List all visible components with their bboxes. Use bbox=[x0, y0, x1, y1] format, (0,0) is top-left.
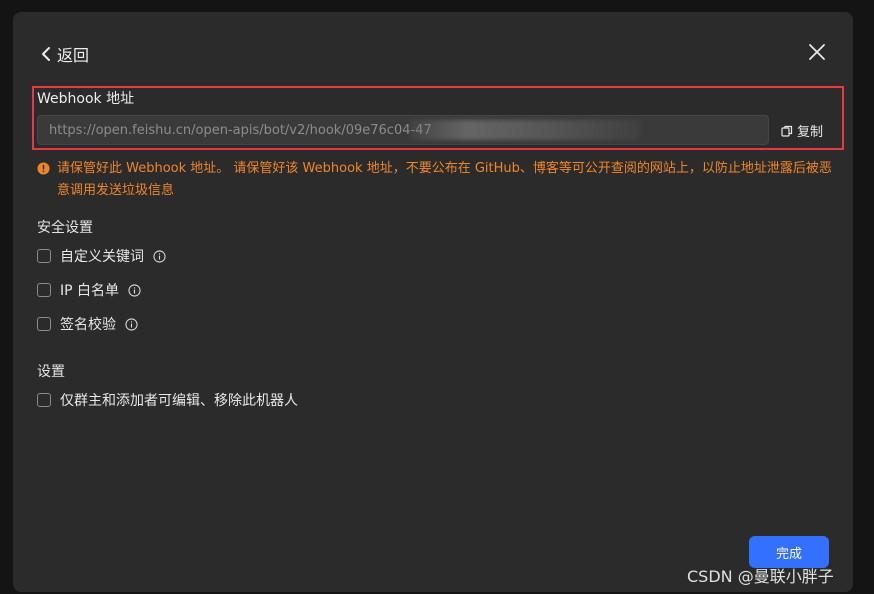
signature-verification-checkbox[interactable] bbox=[37, 317, 51, 331]
chevron-left-icon bbox=[42, 47, 50, 61]
warning-text: 请保管好此 Webhook 地址。 请保管好该 Webhook 地址，不要公布在… bbox=[57, 161, 832, 198]
webhook-url: https://open.feishu.cn/open-apis/bot/v2/… bbox=[49, 122, 432, 138]
back-button[interactable]: 返回 bbox=[41, 42, 89, 66]
ip-whitelist-label: IP 白名单 bbox=[60, 283, 120, 299]
close-icon[interactable] bbox=[807, 42, 827, 62]
copy-button[interactable]: 复制 bbox=[781, 121, 823, 140]
webhook-url-field[interactable]: https://open.feishu.cn/open-apis/bot/v2/… bbox=[37, 115, 769, 145]
webhook-title: Webhook 地址 bbox=[37, 91, 135, 107]
copy-icon bbox=[781, 125, 793, 137]
signature-verification-label: 签名校验 bbox=[60, 317, 116, 333]
csdn-watermark: CSDN @曼联小胖子 bbox=[687, 567, 834, 586]
option-custom-keywords[interactable]: 自定义关键词 bbox=[37, 246, 166, 266]
option-ip-whitelist[interactable]: IP 白名单 bbox=[37, 280, 141, 300]
owner-only-edit-label: 仅群主和添加者可编辑、移除此机器人 bbox=[60, 393, 298, 409]
info-icon[interactable] bbox=[153, 249, 166, 263]
option-signature-verification[interactable]: 签名校验 bbox=[37, 314, 138, 334]
option-owner-only-edit[interactable]: 仅群主和添加者可编辑、移除此机器人 bbox=[37, 390, 298, 410]
back-label: 返回 bbox=[57, 46, 90, 65]
webhook-dialog: 返回 Webhook 地址 https://open.feishu.cn/ope… bbox=[13, 12, 853, 592]
custom-keywords-checkbox[interactable] bbox=[37, 249, 51, 263]
info-icon[interactable] bbox=[125, 317, 138, 331]
info-icon[interactable] bbox=[128, 283, 141, 297]
custom-keywords-label: 自定义关键词 bbox=[60, 249, 144, 265]
warning-icon bbox=[37, 162, 50, 175]
webhook-warning: 请保管好此 Webhook 地址。 请保管好该 Webhook 地址，不要公布在… bbox=[37, 158, 833, 202]
settings-title: 设置 bbox=[37, 364, 65, 380]
security-settings-title: 安全设置 bbox=[37, 220, 93, 236]
ip-whitelist-checkbox[interactable] bbox=[37, 283, 51, 297]
url-redaction bbox=[410, 120, 640, 140]
copy-label: 复制 bbox=[797, 125, 824, 140]
owner-only-edit-checkbox[interactable] bbox=[37, 393, 51, 407]
